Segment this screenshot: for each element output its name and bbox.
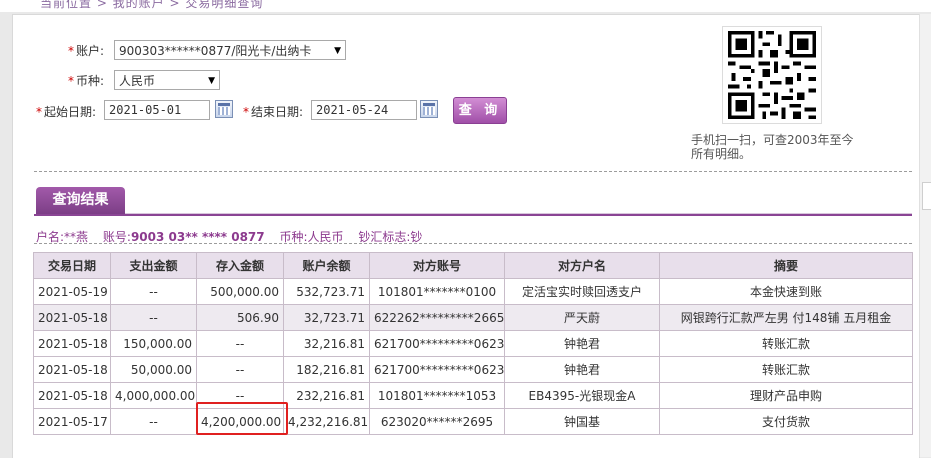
tab-query-results[interactable]: 查询结果 xyxy=(36,187,125,214)
scroll-thumb[interactable] xyxy=(922,182,931,210)
divider xyxy=(34,243,912,244)
query-button[interactable]: 查 询 xyxy=(453,97,507,124)
column-header: 存入金额 xyxy=(196,252,284,279)
chevron-down-icon: ▼ xyxy=(334,46,341,56)
table-row: 2021-05-18 4,000,000.00 -- 232,216.81 10… xyxy=(33,382,913,409)
breadcrumb: 当前位置 > 我的账户 > 交易明细查询 xyxy=(0,0,931,12)
column-header: 支出金额 xyxy=(110,252,197,279)
highlight-box xyxy=(196,402,288,435)
table-row: 2021-05-19 -- 500,000.00 532,723.71 1018… xyxy=(33,278,913,305)
start-date-input[interactable]: 2021-05-01 xyxy=(104,100,210,120)
chevron-down-icon: ▼ xyxy=(208,76,215,86)
table-row: 2021-05-17 -- 4,200,000.00 4,232,216.81 … xyxy=(33,408,913,435)
calendar-icon[interactable] xyxy=(215,100,233,118)
end-date-input[interactable]: 2021-05-24 xyxy=(311,100,417,120)
account-select[interactable]: 900303******0877/阳光卡/出纳卡 ▼ xyxy=(114,40,346,60)
column-header: 交易日期 xyxy=(33,252,111,279)
start-date-label: * 起始日期: xyxy=(36,105,97,119)
column-header: 对方户名 xyxy=(504,252,660,279)
table-row: 2021-05-18 -- 506.90 32,723.71 622262***… xyxy=(33,304,913,331)
scrollbar[interactable] xyxy=(919,14,931,457)
account-label: * 账户: xyxy=(68,44,105,58)
qr-code xyxy=(722,26,822,124)
column-header: 对方账号 xyxy=(369,252,505,279)
column-header: 账户余额 xyxy=(283,252,370,279)
table-row: 2021-05-18 150,000.00 -- 32,216.81 62170… xyxy=(33,330,913,357)
currency-label: * 币种: xyxy=(68,74,105,88)
table-header-row: 交易日期 支出金额 存入金额 账户余额 对方账号 对方户名 摘要 xyxy=(33,252,913,279)
calendar-icon[interactable] xyxy=(420,100,438,118)
transactions-table: 交易日期 支出金额 存入金额 账户余额 对方账号 对方户名 摘要 2021-05… xyxy=(33,252,913,435)
column-header: 摘要 xyxy=(659,252,913,279)
qr-code-icon xyxy=(724,27,820,123)
tab-bar xyxy=(34,214,912,216)
currency-select[interactable]: 人民币 ▼ xyxy=(114,70,220,90)
divider xyxy=(34,171,912,172)
end-date-label: * 结束日期: xyxy=(243,105,304,119)
qr-caption: 手机扫一扫，可查2003年至今所有明细。 xyxy=(691,133,854,161)
table-row: 2021-05-18 50,000.00 -- 182,216.81 62170… xyxy=(33,356,913,383)
